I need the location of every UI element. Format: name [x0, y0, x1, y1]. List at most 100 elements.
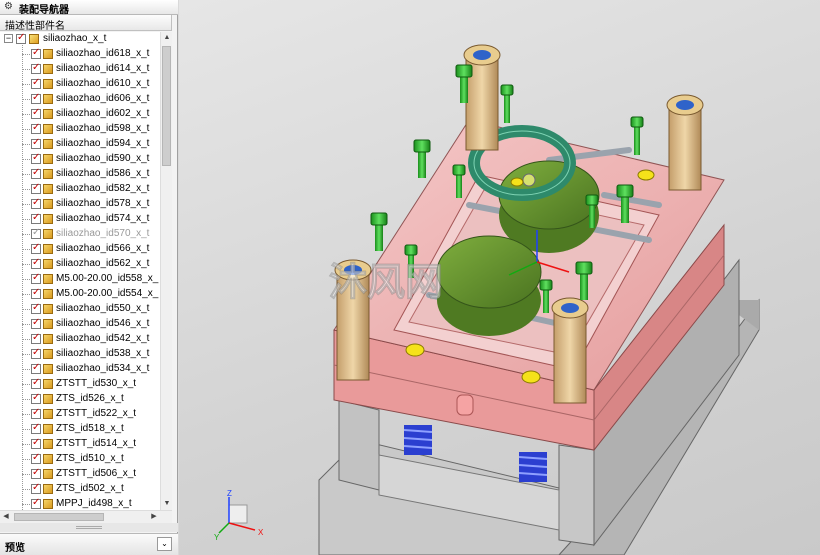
assembly-icon [29, 34, 39, 44]
checkbox[interactable] [31, 422, 41, 434]
tree-item[interactable]: siliaozhao_id598_x_t [0, 122, 160, 137]
tree-item[interactable]: ZTS_id518_x_t [0, 422, 160, 437]
tree-item[interactable]: MPPJ_id498_x_t [0, 497, 160, 510]
checkbox[interactable] [31, 182, 41, 194]
navigator-title: 装配导航器 [19, 5, 69, 16]
checkbox[interactable] [31, 332, 41, 344]
tree-item[interactable]: siliaozhao_id578_x_t [0, 197, 160, 212]
checkbox[interactable] [16, 32, 26, 44]
collapse-icon[interactable]: − [4, 34, 13, 43]
checkbox[interactable] [31, 167, 41, 179]
column-header-label: 描述性部件名 [5, 21, 65, 32]
checkbox[interactable] [31, 317, 41, 329]
tree-item-label: ZTS_id502_x_t [56, 483, 124, 494]
support-block-right [558, 444, 595, 546]
scroll-up-icon[interactable]: ▲ [161, 32, 173, 44]
checkbox[interactable] [31, 62, 41, 74]
tree-item[interactable]: siliaozhao_id586_x_t [0, 167, 160, 182]
tree-item[interactable]: siliaozhao_id582_x_t [0, 182, 160, 197]
checkbox[interactable] [31, 257, 41, 269]
splitter-grip[interactable] [76, 526, 102, 529]
part-icon [43, 79, 53, 89]
tree-item[interactable]: ZTSTT_id522_x_t [0, 407, 160, 422]
triad-y-label: Y [214, 533, 220, 542]
checkbox[interactable] [31, 77, 41, 89]
checkbox[interactable] [31, 122, 41, 134]
checkbox[interactable] [31, 137, 41, 149]
tree-connector [22, 129, 30, 130]
tree-item[interactable]: siliaozhao_id614_x_t [0, 62, 160, 77]
tree-connector [22, 444, 30, 445]
tree-item-label: siliaozhao_id586_x_t [56, 168, 150, 179]
chevron-down-icon[interactable]: ⌄ [157, 537, 172, 551]
3d-viewport[interactable]: 沐风网 Z X Y [179, 0, 820, 555]
checkbox[interactable] [31, 407, 41, 419]
tree-item[interactable]: siliaozhao_id538_x_t [0, 347, 160, 362]
tree-item[interactable]: ZTS_id526_x_t [0, 392, 160, 407]
checkbox[interactable] [31, 467, 41, 479]
column-header[interactable]: 描述性部件名 [0, 15, 172, 32]
scroll-right-icon[interactable]: ▶ [148, 511, 160, 523]
checkbox[interactable] [31, 197, 41, 209]
tree-item[interactable]: M5.00-20.00_id554_x_ [0, 287, 160, 302]
assembly-tree: − siliaozhao_x_t siliaozhao_id618_x_tsil… [0, 32, 160, 510]
tree-item[interactable]: siliaozhao_id602_x_t [0, 107, 160, 122]
tree-item[interactable]: ZTSTT_id506_x_t [0, 467, 160, 482]
checkbox[interactable] [31, 107, 41, 119]
tree-item[interactable]: siliaozhao_id618_x_t [0, 47, 160, 62]
tree-item[interactable]: siliaozhao_id606_x_t [0, 92, 160, 107]
checkbox[interactable] [31, 392, 41, 404]
checkbox[interactable] [31, 287, 41, 299]
tree-connector [22, 189, 30, 190]
tree-item[interactable]: siliaozhao_id534_x_t [0, 362, 160, 377]
scroll-left-icon[interactable]: ◀ [0, 511, 12, 523]
spring-left [403, 425, 433, 455]
tree-item[interactable]: siliaozhao_id546_x_t [0, 317, 160, 332]
tree-item[interactable]: siliaozhao_id594_x_t [0, 137, 160, 152]
view-triad[interactable]: Z X Y [214, 489, 264, 542]
preview-panel[interactable]: 预览 ⌄ [0, 533, 178, 555]
tree-item[interactable]: siliaozhao_id574_x_t [0, 212, 160, 227]
tree-item[interactable]: siliaozhao_id566_x_t [0, 242, 160, 257]
part-icon [43, 364, 53, 374]
tree-item[interactable]: ZTSTT_id530_x_t [0, 377, 160, 392]
tree-item[interactable]: siliaozhao_id550_x_t [0, 302, 160, 317]
checkbox[interactable] [31, 227, 41, 239]
tree-item[interactable]: siliaozhao_id610_x_t [0, 77, 160, 92]
tree-item-label: ZTSTT_id522_x_t [56, 408, 137, 419]
checkbox[interactable] [31, 47, 41, 59]
hscroll-thumb[interactable] [14, 513, 104, 521]
cavity-insert-upper [498, 160, 600, 253]
panel-splitter[interactable] [0, 523, 178, 532]
checkbox[interactable] [31, 347, 41, 359]
tree-item[interactable]: siliaozhao_id570_x_t [0, 227, 160, 242]
horizontal-scrollbar[interactable]: ◀ ▶ [0, 510, 172, 523]
tree-item[interactable]: siliaozhao_id562_x_t [0, 257, 160, 272]
tree-item[interactable]: siliaozhao_id590_x_t [0, 152, 160, 167]
scroll-down-icon[interactable]: ▼ [161, 498, 173, 510]
tree-item[interactable]: ZTSTT_id514_x_t [0, 437, 160, 452]
vertical-scrollbar[interactable]: ▲ ▼ [160, 32, 172, 510]
checkbox[interactable] [31, 302, 41, 314]
checkbox[interactable] [31, 437, 41, 449]
tree-item[interactable]: M5.00-20.00_id558_x_ [0, 272, 160, 287]
tree-root[interactable]: − siliaozhao_x_t [0, 32, 160, 47]
checkbox[interactable] [31, 152, 41, 164]
tree-item[interactable]: ZTS_id502_x_t [0, 482, 160, 497]
tree-item[interactable]: ZTS_id510_x_t [0, 452, 160, 467]
checkbox[interactable] [31, 377, 41, 389]
checkbox[interactable] [31, 212, 41, 224]
mold-assembly-model[interactable]: 沐风网 Z X Y [179, 0, 820, 555]
checkbox[interactable] [31, 452, 41, 464]
checkbox[interactable] [31, 497, 41, 509]
part-icon [43, 139, 53, 149]
checkbox[interactable] [31, 242, 41, 254]
tree-item-label: siliaozhao_id546_x_t [56, 318, 150, 329]
scroll-thumb[interactable] [162, 46, 171, 166]
checkbox[interactable] [31, 272, 41, 284]
gear-icon[interactable]: ⚙ [4, 1, 15, 12]
tree-item[interactable]: siliaozhao_id542_x_t [0, 332, 160, 347]
checkbox[interactable] [31, 362, 41, 374]
checkbox[interactable] [31, 92, 41, 104]
checkbox[interactable] [31, 482, 41, 494]
